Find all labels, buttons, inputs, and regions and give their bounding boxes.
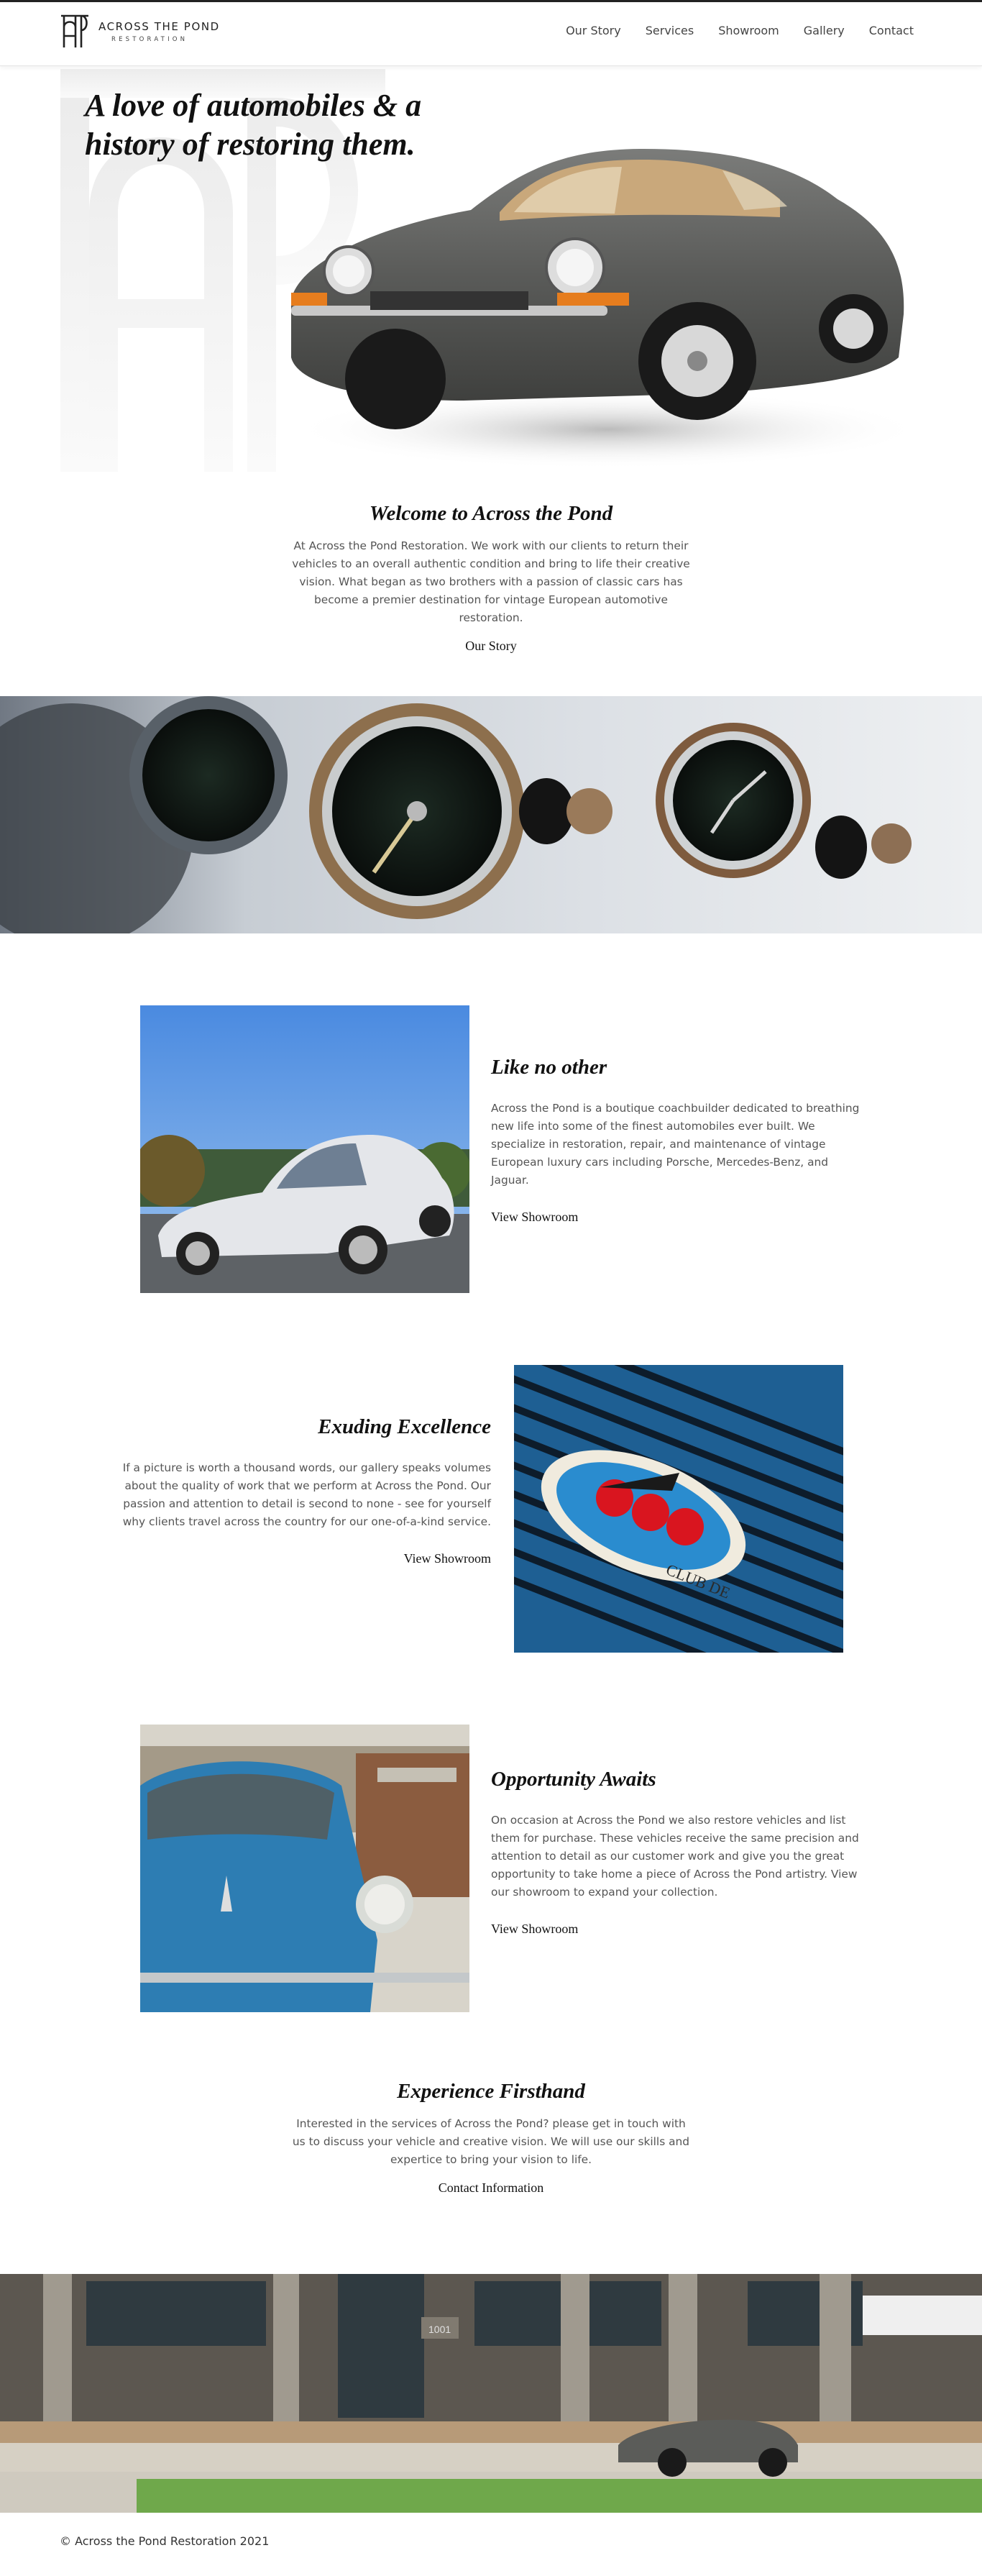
nav-contact[interactable]: Contact — [869, 24, 914, 37]
experience-section: Experience Firsthand Interested in the s… — [0, 2080, 982, 2196]
nav-our-story[interactable]: Our Story — [566, 24, 621, 37]
nav-showroom[interactable]: Showroom — [718, 24, 779, 37]
feature-3-body: On occasion at Across the Pond we also r… — [491, 1814, 859, 1899]
hero-title-line-1: A love of automobiles & a — [85, 88, 422, 123]
building-exterior-image: 1001 — [0, 2274, 982, 2513]
brand-logo[interactable]: ACROSS THE POND RESTORATION — [60, 14, 220, 49]
nav-gallery[interactable]: Gallery — [804, 24, 845, 37]
feature-1-body: Across the Pond is a boutique coachbuild… — [491, 1102, 860, 1187]
feature-2-body: If a picture is worth a thousand words, … — [122, 1461, 491, 1528]
blue-porsche-356-image — [140, 1725, 469, 2012]
feature-opportunity-awaits: Opportunity Awaits On occasion at Across… — [491, 1768, 865, 1937]
feature-2-title: Exuding Excellence — [318, 1415, 491, 1438]
experience-body: Interested in the services of Across the… — [292, 2117, 690, 2166]
view-showroom-link-3[interactable]: View Showroom — [491, 1922, 578, 1936]
atp-monogram-icon — [61, 14, 88, 47]
our-story-link[interactable]: Our Story — [465, 639, 517, 654]
contact-information-link[interactable]: Contact Information — [439, 2180, 543, 2196]
grey-porsche-911-image — [291, 149, 924, 469]
feature-1-title: Like no other — [491, 1056, 607, 1079]
building-sign-text: 1001 — [428, 2324, 451, 2335]
hero-section: A love of automobiles & a history of res… — [0, 66, 982, 476]
club-badge-image: CLUB DE — [514, 1365, 843, 1653]
welcome-body: At Across the Pond Restoration. We work … — [292, 539, 690, 624]
view-showroom-link-1[interactable]: View Showroom — [491, 1210, 578, 1224]
dashboard-gauges-image — [0, 696, 982, 933]
welcome-section: Welcome to Across the Pond At Across the… — [0, 502, 982, 654]
footer-copyright: © Across the Pond Restoration 2021 — [60, 2534, 270, 2548]
welcome-title: Welcome to Across the Pond — [369, 502, 613, 525]
feature-like-no-other: Like no other Across the Pond is a bouti… — [491, 1056, 865, 1225]
brand-subtitle: RESTORATION — [111, 36, 188, 43]
feature-3-title: Opportunity Awaits — [491, 1768, 656, 1791]
view-showroom-link-2[interactable]: View Showroom — [404, 1551, 491, 1566]
feature-exuding-excellence: Exuding Excellence If a picture is worth… — [117, 1415, 491, 1566]
brand-name: ACROSS THE POND — [98, 20, 220, 33]
site-header: ACROSS THE POND RESTORATION Our Story Se… — [0, 0, 982, 66]
white-porsche-image — [140, 1005, 469, 1293]
experience-title: Experience Firsthand — [397, 2080, 585, 2103]
main-nav: Our Story Services Showroom Gallery Cont… — [566, 24, 914, 37]
nav-services[interactable]: Services — [646, 24, 694, 37]
